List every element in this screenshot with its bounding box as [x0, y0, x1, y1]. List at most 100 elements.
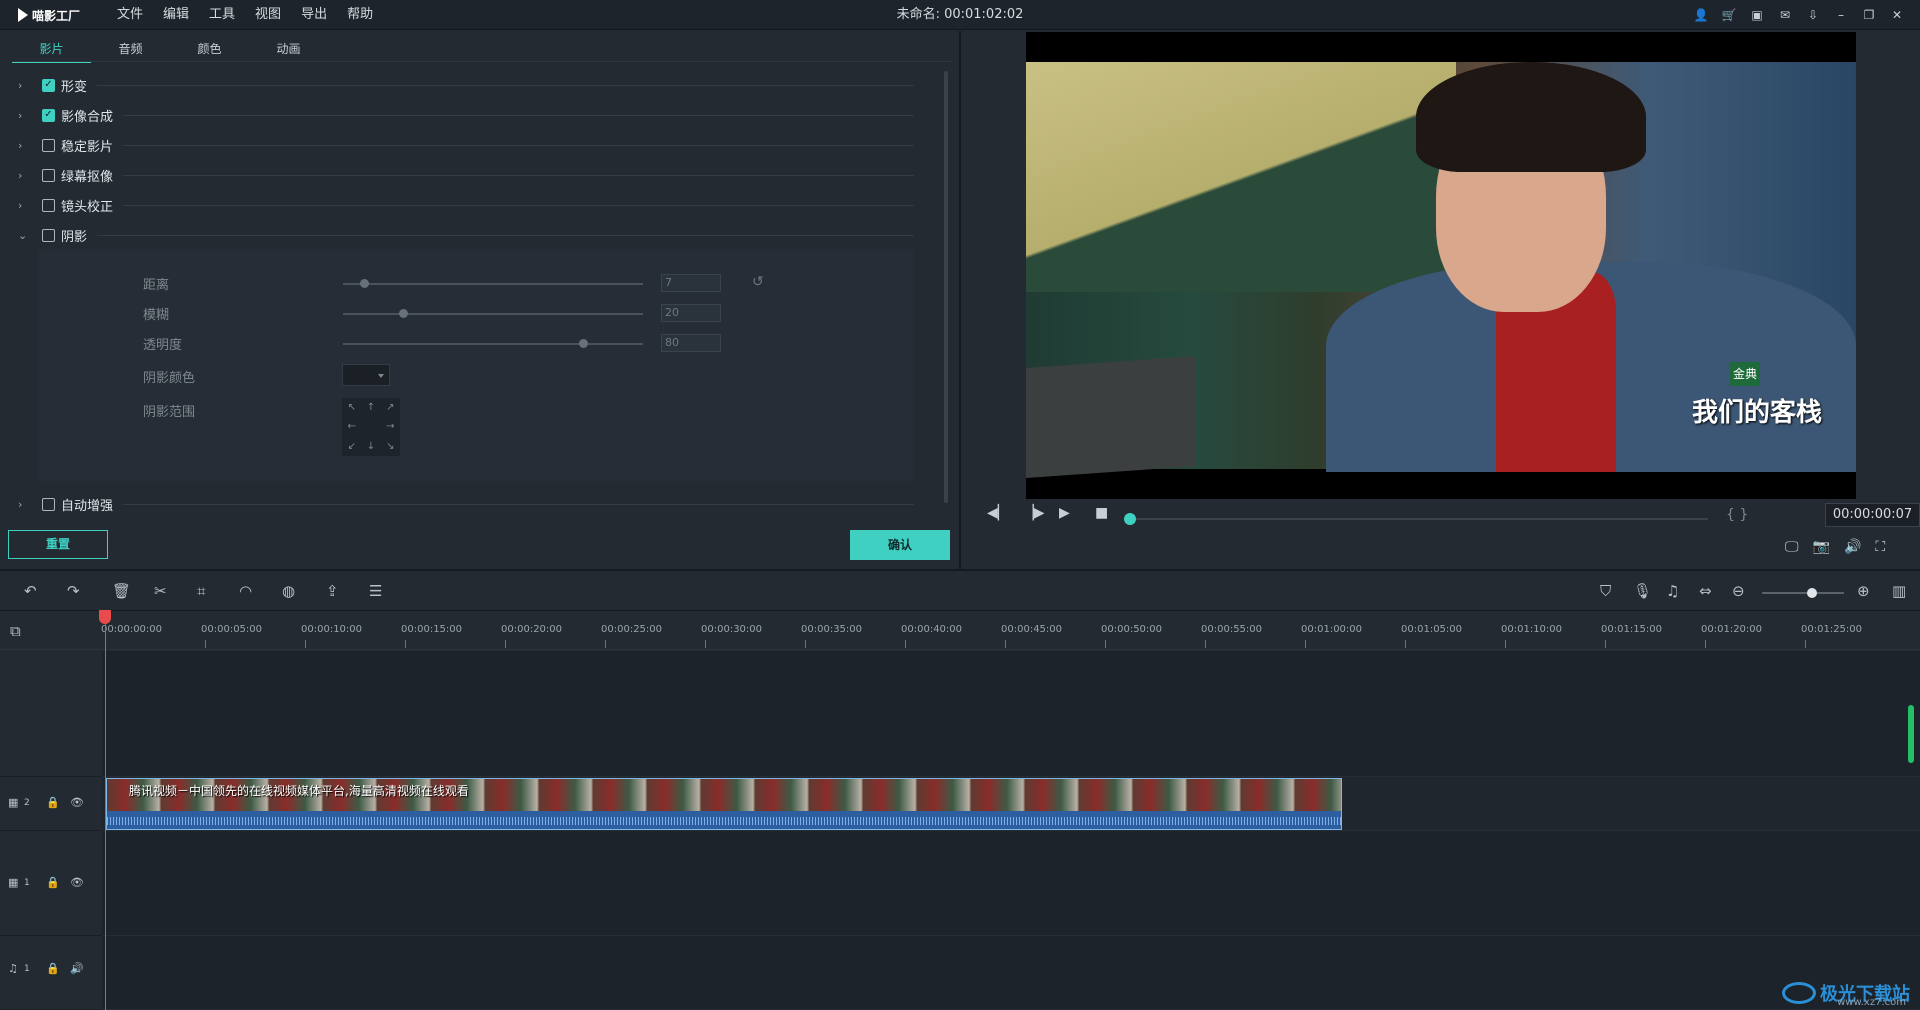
arrow-up-left-icon[interactable]: ↖ [342, 398, 361, 417]
reset-button[interactable]: 重置 [8, 530, 108, 559]
delete-icon[interactable]: 🗑 [112, 582, 131, 600]
layout-icon[interactable]: ▥ [1892, 582, 1906, 600]
menu-help[interactable]: 帮助 [337, 0, 383, 30]
section-stabilize[interactable]: › 稳定影片 [18, 134, 914, 156]
cut-icon[interactable]: ✂ [154, 582, 167, 600]
video-preview[interactable]: 金典 我们的客栈 [1026, 32, 1856, 499]
close-icon[interactable]: ✕ [1888, 6, 1906, 24]
arrow-up-icon[interactable]: ↑ [361, 398, 380, 417]
next-frame-icon[interactable]: ▕▶ [1023, 505, 1045, 521]
volume-icon[interactable]: 🔊 [1844, 539, 1861, 555]
blur-slider[interactable] [343, 309, 643, 318]
speaker-icon[interactable]: 🔊 [70, 962, 84, 975]
lock-icon[interactable]: 🔒 [46, 876, 60, 889]
eye-icon[interactable]: 👁 [70, 796, 84, 809]
speed-icon[interactable]: ◠ [239, 582, 252, 600]
menu-tools[interactable]: 工具 [199, 0, 245, 30]
lock-icon[interactable]: 🔒 [46, 796, 60, 809]
video-track-1[interactable] [102, 831, 1920, 936]
shadow-color-picker[interactable] [342, 364, 390, 386]
panel-scrollbar[interactable] [944, 71, 948, 503]
tab-animation[interactable]: 动画 [249, 39, 328, 63]
stop-icon[interactable]: ■ [1095, 505, 1108, 521]
chevron-right-icon[interactable]: › [18, 109, 32, 122]
arrow-down-right-icon[interactable]: ↘ [381, 437, 400, 456]
section-compositing[interactable]: › ✓ 影像合成 [18, 104, 914, 126]
arrow-down-icon[interactable]: ↓ [361, 437, 380, 456]
mark-in-out-icon[interactable]: { } [1726, 507, 1748, 523]
section-chroma-key[interactable]: › 绿幕抠像 [18, 164, 914, 186]
chevron-right-icon[interactable]: › [18, 498, 32, 511]
opacity-slider[interactable] [343, 339, 643, 348]
blur-slider-knob[interactable] [399, 309, 408, 318]
audio-mixer-icon[interactable]: ♫ [1666, 582, 1679, 600]
adjust-icon[interactable]: ☰ [369, 582, 382, 600]
audio-track-1[interactable] [102, 936, 1920, 1010]
lens-correction-checkbox[interactable] [42, 198, 55, 212]
opacity-input[interactable]: 80 [661, 334, 721, 352]
timeline-ruler[interactable]: ⧉ 00:00:00:00 00:00:05:00 00:00:10:00 00:00… [0, 612, 1920, 650]
arrow-left-icon[interactable]: ← [342, 417, 361, 436]
export-frame-icon[interactable]: ⇪ [326, 582, 339, 600]
distance-input[interactable]: 7 [661, 274, 721, 292]
distance-slider[interactable] [343, 279, 643, 288]
previous-frame-icon[interactable]: ◀▏ [987, 505, 1009, 521]
eye-icon[interactable]: 👁 [70, 876, 84, 889]
account-icon[interactable]: 👤 [1692, 6, 1710, 24]
message-icon[interactable]: ✉ [1776, 6, 1794, 24]
opacity-slider-knob[interactable] [579, 339, 588, 348]
transform-checkbox[interactable]: ✓ [42, 78, 55, 92]
tab-color[interactable]: 颜色 [170, 39, 249, 63]
zoom-knob[interactable] [1807, 588, 1817, 598]
maximize-icon[interactable]: ❐ [1860, 6, 1878, 24]
tab-audio[interactable]: 音频 [91, 39, 170, 63]
crop-icon[interactable]: ⌗ [197, 582, 205, 600]
undo-icon[interactable]: ↶ [24, 582, 37, 600]
menu-export[interactable]: 导出 [291, 0, 337, 30]
chroma-key-checkbox[interactable] [42, 168, 55, 182]
playback-progress[interactable] [1124, 513, 1708, 525]
redo-icon[interactable]: ↷ [67, 582, 80, 600]
video-clip[interactable]: 腾讯视频－中国领先的在线视频媒体平台,海量高清视频在线观看 [106, 778, 1342, 830]
marker-icon[interactable]: ⛉ [1600, 582, 1611, 600]
snapshot-icon[interactable]: 📷 [1813, 539, 1830, 555]
chevron-right-icon[interactable]: › [18, 199, 32, 212]
shadow-checkbox[interactable] [42, 228, 55, 242]
download-icon[interactable]: ⇩ [1804, 6, 1822, 24]
chevron-down-icon[interactable]: ⌄ [18, 229, 32, 242]
chevron-right-icon[interactable]: › [18, 139, 32, 152]
display-settings-icon[interactable]: 🖵 [1785, 539, 1799, 555]
section-auto-enhance[interactable]: › 自动增强 [18, 493, 914, 515]
blur-input[interactable]: 20 [661, 304, 721, 322]
zoom-in-icon[interactable]: ⊕ [1857, 582, 1870, 600]
progress-knob[interactable] [1124, 513, 1136, 525]
arrow-right-icon[interactable]: → [381, 417, 400, 436]
microphone-icon[interactable]: 🎙 [1633, 582, 1652, 600]
ok-button[interactable]: 确认 [850, 530, 950, 560]
add-track-icon[interactable]: ⧉ [10, 622, 21, 640]
empty-track[interactable] [102, 651, 1920, 777]
section-transform[interactable]: › ✓ 形变 [18, 74, 914, 96]
compositing-checkbox[interactable]: ✓ [42, 108, 55, 122]
section-shadow[interactable]: ⌄ 阴影 [18, 224, 914, 246]
cart-icon[interactable]: 🛒 [1720, 6, 1738, 24]
fit-timeline-icon[interactable]: ⇔ [1699, 582, 1712, 600]
menu-view[interactable]: 视图 [245, 0, 291, 30]
arrow-down-left-icon[interactable]: ↙ [342, 437, 361, 456]
distance-slider-knob[interactable] [360, 279, 369, 288]
minimize-icon[interactable]: – [1832, 6, 1850, 24]
fullscreen-icon[interactable]: ⛶ [1875, 539, 1885, 555]
lock-icon[interactable]: 🔒 [46, 962, 60, 975]
chevron-right-icon[interactable]: › [18, 169, 32, 182]
tab-video[interactable]: 影片 [12, 39, 91, 63]
playhead[interactable] [105, 612, 106, 1010]
reset-icon[interactable]: ↺ [752, 274, 764, 290]
menu-edit[interactable]: 编辑 [153, 0, 199, 30]
playhead-handle[interactable] [99, 610, 111, 624]
auto-enhance-checkbox[interactable] [42, 497, 55, 511]
chevron-right-icon[interactable]: › [18, 79, 32, 92]
section-lens-correction[interactable]: › 镜头校正 [18, 194, 914, 216]
save-icon[interactable]: ▣ [1748, 6, 1766, 24]
menu-file[interactable]: 文件 [107, 0, 153, 30]
color-icon[interactable]: ◍ [282, 582, 295, 600]
